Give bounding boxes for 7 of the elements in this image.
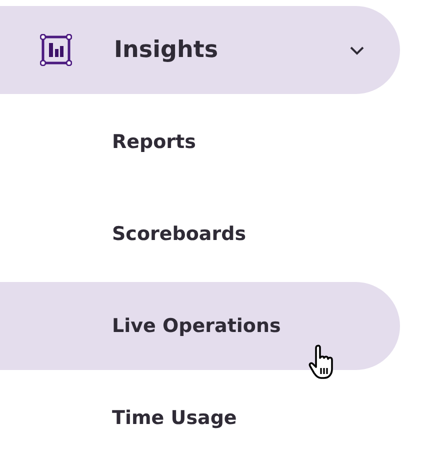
- insights-menu-header[interactable]: Insights: [0, 6, 400, 94]
- nav-item[interactable]: Scoreboards: [0, 190, 400, 278]
- chevron-icon: [350, 46, 364, 54]
- insights-label: Insights: [114, 37, 220, 63]
- nav-item[interactable]: Reports: [0, 98, 400, 186]
- nav-item[interactable]: Time Usage: [0, 374, 400, 456]
- bar-chart-icon: [40, 34, 72, 66]
